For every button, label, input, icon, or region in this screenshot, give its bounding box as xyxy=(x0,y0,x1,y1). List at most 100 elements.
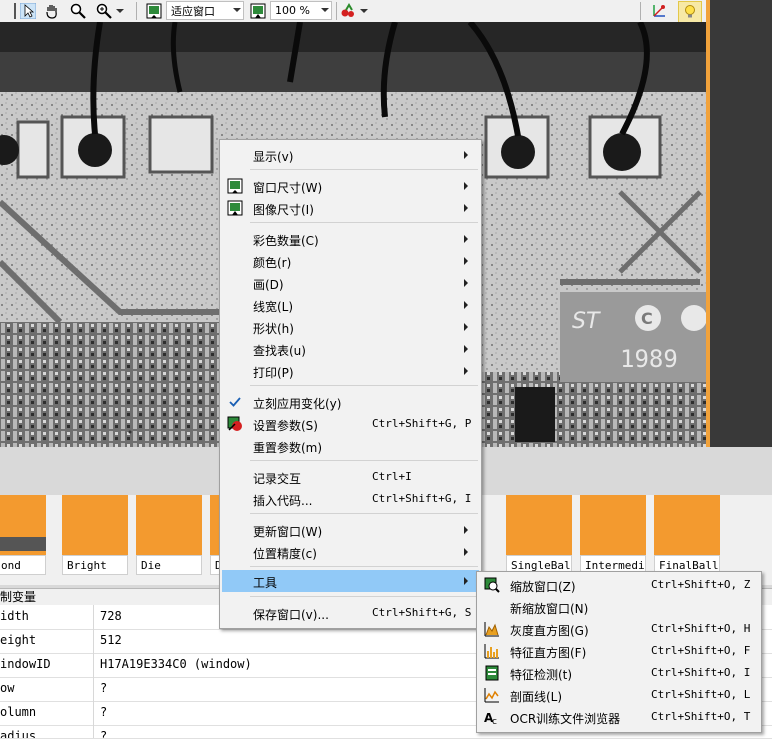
menu-item-label: 新缩放窗口(N) xyxy=(510,602,589,616)
chevron-down-icon[interactable] xyxy=(116,9,124,13)
variables-title-text: 制变量 xyxy=(0,590,37,604)
submenu-arrow-icon xyxy=(464,257,468,265)
image-size-icon xyxy=(227,200,243,216)
menu-item-display[interactable]: 显示(v) xyxy=(222,144,479,166)
feature-histogram-icon xyxy=(484,644,499,659)
menu-item-label: 图像尺寸(I) xyxy=(253,203,314,217)
set-parameters-icon xyxy=(227,416,242,431)
menu-item-color[interactable]: 颜色(r) xyxy=(222,250,479,272)
thumbnail-item[interactable]: ond xyxy=(0,495,46,577)
tools-submenu: 缩放窗口(Z) Ctrl+Shift+O, Z 新缩放窗口(N) 灰度直方图(G… xyxy=(476,571,762,733)
zoom-mode-select[interactable]: 适应窗口 xyxy=(166,1,244,20)
menu-item-print[interactable]: 打印(P) xyxy=(222,360,479,382)
svg-text:C: C xyxy=(641,309,653,328)
menu-item-label: OCR训练文件浏览器 xyxy=(510,712,621,726)
menu-item-shape[interactable]: 形状(h) xyxy=(222,316,479,338)
variable-name: olumn xyxy=(0,705,37,719)
menu-item-label: 特征检测(t) xyxy=(510,668,573,682)
zoom-percent-value: 100 % xyxy=(275,4,310,17)
menu-item-shortcut: Ctrl+Shift+G, I xyxy=(372,492,472,505)
toolbar-separator xyxy=(336,2,337,20)
menu-item-label: 显示(v) xyxy=(253,150,294,164)
submenu-item-zoom-window[interactable]: 缩放窗口(Z) Ctrl+Shift+O, Z xyxy=(479,574,759,596)
variable-value: H17A19E334C0 (window) xyxy=(100,657,252,671)
graphics-window-toolbar: 适应窗口 100 % xyxy=(0,0,710,23)
svg-text:ST: ST xyxy=(572,309,601,334)
submenu-item-feature-histogram[interactable]: 特征直方图(F) Ctrl+Shift+O, F xyxy=(479,640,759,662)
lightbulb-icon[interactable] xyxy=(678,1,702,23)
right-dark-panel xyxy=(710,0,772,447)
menu-item-label: 更新窗口(W) xyxy=(253,525,323,539)
menu-item-tools[interactable]: 工具 xyxy=(222,570,479,592)
submenu-item-gray-histogram[interactable]: 灰度直方图(G) Ctrl+Shift+O, H xyxy=(479,618,759,640)
thumbnail-item[interactable]: Die xyxy=(136,495,202,577)
checkmark-icon xyxy=(229,397,241,407)
variable-value: 512 xyxy=(100,633,122,647)
pointer-icon[interactable] xyxy=(20,2,36,20)
variable-name: eight xyxy=(0,633,37,647)
menu-separator xyxy=(250,460,478,461)
menu-item-insert-code[interactable]: 插入代码... Ctrl+Shift+G, I xyxy=(222,488,479,510)
zoom-in-icon[interactable] xyxy=(96,2,124,20)
toolbar-left-cut-icon[interactable] xyxy=(6,2,16,20)
menu-item-lookup-table[interactable]: 查找表(u) xyxy=(222,338,479,360)
chevron-down-icon[interactable] xyxy=(360,9,368,13)
submenu-arrow-icon xyxy=(464,301,468,309)
submenu-item-new-zoom-window[interactable]: 新缩放窗口(N) xyxy=(479,596,759,618)
thumbnail-item[interactable]: Bright xyxy=(62,495,128,577)
zoom-mode-value: 适应窗口 xyxy=(171,4,215,18)
variable-name: indowID xyxy=(0,657,51,671)
menu-item-record-interaction[interactable]: 记录交互 Ctrl+I xyxy=(222,466,479,488)
magnifier-icon[interactable] xyxy=(70,2,86,20)
thumbnail-image xyxy=(580,495,646,555)
menu-separator xyxy=(250,566,478,567)
svg-text:c: c xyxy=(492,717,497,725)
menu-item-label: 位置精度(c) xyxy=(253,547,317,561)
zoom-percent-select[interactable]: 100 % xyxy=(270,1,332,20)
color-palette-icon[interactable] xyxy=(340,2,368,20)
menu-item-color-count[interactable]: 彩色数量(C) xyxy=(222,228,479,250)
coordinate-axes-icon[interactable] xyxy=(651,2,667,20)
submenu-item-ocr-training-file-browser[interactable]: Ac OCR训练文件浏览器 Ctrl+Shift+O, T xyxy=(479,706,759,728)
menu-item-shortcut: Ctrl+Shift+O, T xyxy=(651,710,751,723)
menu-item-line-width[interactable]: 线宽(L) xyxy=(222,294,479,316)
menu-separator xyxy=(250,385,478,386)
variable-name: idth xyxy=(0,609,29,623)
thumbnail-item[interactable]: Intermedia xyxy=(580,495,646,577)
menu-item-position-precision[interactable]: 位置精度(c) xyxy=(222,541,479,563)
menu-item-label: 灰度直方图(G) xyxy=(510,624,589,638)
thumbnail-image xyxy=(136,495,202,555)
hand-icon[interactable] xyxy=(44,2,60,20)
menu-item-draw[interactable]: 画(D) xyxy=(222,272,479,294)
menu-item-label: 缩放窗口(Z) xyxy=(510,580,576,594)
submenu-arrow-icon xyxy=(464,204,468,212)
toolbar-separator xyxy=(640,2,641,20)
menu-item-image-size[interactable]: 图像尺寸(I) xyxy=(222,197,479,219)
menu-item-label: 剖面线(L) xyxy=(510,690,563,704)
menu-item-label: 窗口尺寸(W) xyxy=(253,181,323,195)
submenu-arrow-icon xyxy=(464,323,468,331)
submenu-arrow-icon xyxy=(464,151,468,159)
submenu-item-feature-inspection[interactable]: 特征检测(t) Ctrl+Shift+O, I xyxy=(479,662,759,684)
menu-item-apply-immediately[interactable]: 立刻应用变化(y) xyxy=(222,391,479,413)
menu-item-set-parameters[interactable]: 设置参数(S) Ctrl+Shift+G, P xyxy=(222,413,479,435)
toolbar-separator xyxy=(136,2,137,20)
histogram-icon xyxy=(484,622,499,637)
thumbnail-image xyxy=(506,495,572,555)
thumbnail-image xyxy=(654,495,720,555)
thumbnail-item[interactable]: FinalBalls xyxy=(654,495,720,577)
chevron-down-icon xyxy=(321,8,329,12)
menu-item-shortcut: Ctrl+I xyxy=(372,470,412,483)
submenu-item-line-profile[interactable]: 剖面线(L) Ctrl+Shift+O, L xyxy=(479,684,759,706)
fit-window-icon xyxy=(146,2,162,20)
image-size-icon xyxy=(250,2,266,20)
menu-item-update-window[interactable]: 更新窗口(W) xyxy=(222,519,479,541)
line-profile-icon xyxy=(484,688,499,703)
submenu-arrow-icon xyxy=(464,526,468,534)
menu-item-window-size[interactable]: 窗口尺寸(W) xyxy=(222,175,479,197)
menu-item-reset-parameters[interactable]: 重置参数(m) xyxy=(222,435,479,457)
menu-separator xyxy=(250,596,478,597)
variable-value: ? xyxy=(100,681,108,695)
thumbnail-item[interactable]: SingleBall xyxy=(506,495,572,577)
menu-item-save-window[interactable]: 保存窗口(v)... Ctrl+Shift+G, S xyxy=(222,602,479,624)
